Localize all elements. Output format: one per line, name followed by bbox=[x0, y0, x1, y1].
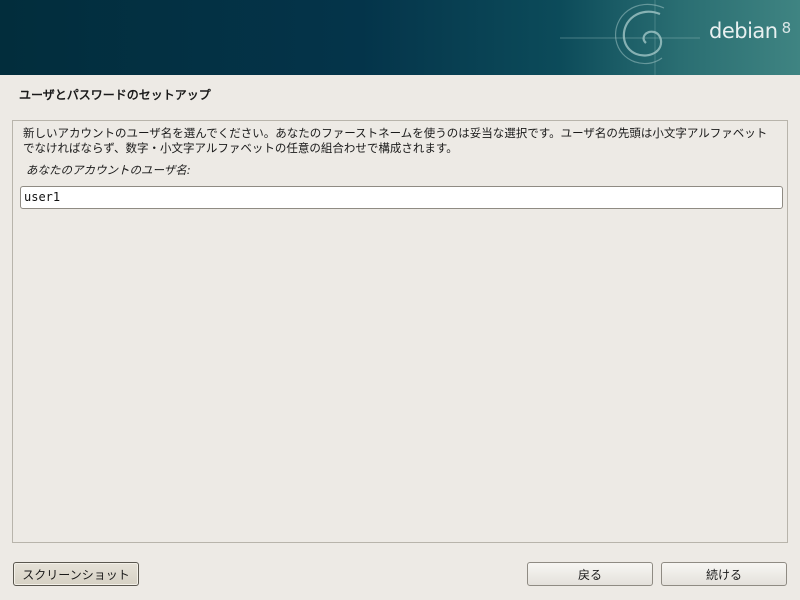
back-button[interactable]: 戻る bbox=[527, 562, 653, 586]
brand-version: 8 bbox=[781, 19, 792, 37]
header-banner: debian 8 bbox=[0, 0, 800, 75]
debian-logo: debian 8 bbox=[709, 19, 791, 43]
username-prompt: あなたのアカウントのユーザ名: bbox=[26, 163, 191, 177]
continue-button[interactable]: 続ける bbox=[661, 562, 787, 586]
debian-swirl-icon bbox=[560, 0, 700, 75]
page-title: ユーザとパスワードのセットアップ bbox=[19, 88, 211, 102]
description-text: 新しいアカウントのユーザ名を選んでください。あなたのファーストネームを使うのは妥… bbox=[23, 126, 768, 155]
username-input[interactable] bbox=[20, 186, 783, 209]
content-panel: 新しいアカウントのユーザ名を選んでください。あなたのファーストネームを使うのは妥… bbox=[12, 120, 788, 543]
brand-name: debian bbox=[709, 19, 778, 43]
screenshot-button[interactable]: スクリーンショット bbox=[13, 562, 139, 586]
